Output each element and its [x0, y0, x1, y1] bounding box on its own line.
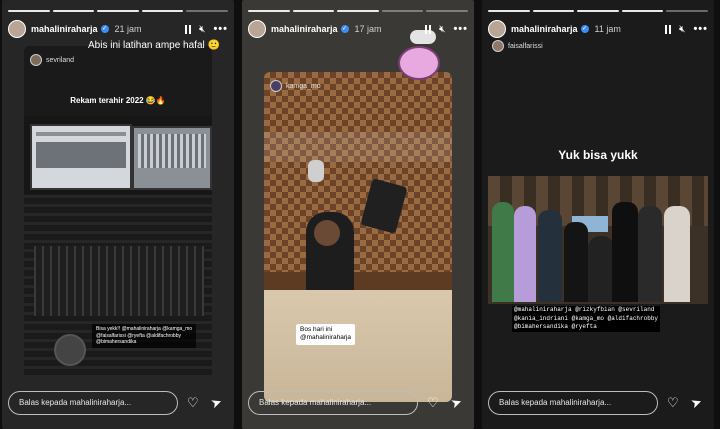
heart-icon[interactable]: ♡ [667, 395, 679, 411]
avatar[interactable] [488, 20, 506, 38]
group-photo [488, 176, 708, 304]
shared-post-card[interactable]: kamga_mo Bos hari ini @mahaliniraharja [264, 72, 452, 402]
reply-input[interactable]: Balas kepada mahaliniraharja... [8, 391, 178, 415]
knob [54, 334, 86, 366]
story-header: mahaliniraharja ✓ 11 jam 🔇︎ ••• [488, 18, 708, 40]
progress-bars [248, 10, 468, 12]
avatar [30, 54, 42, 66]
monitor-right [132, 126, 212, 190]
reply-input[interactable]: Balas kepada mahaliniraharja... [248, 391, 418, 415]
shared-username: faisalfarissi [508, 42, 543, 50]
story-username[interactable]: mahaliniraharja [511, 24, 578, 34]
mention-sticker[interactable]: Bos hari ini @mahaliniraharja [296, 324, 356, 345]
story-username[interactable]: mahaliniraharja [31, 24, 98, 34]
story-caption: Abis ini latihan ampe hafal 🙂 [88, 40, 220, 51]
story-username[interactable]: mahaliniraharja [271, 24, 338, 34]
monitor-left [30, 124, 132, 190]
shared-post-text: Yuk bisa yukk [558, 148, 638, 162]
pause-icon[interactable] [425, 24, 432, 34]
brain-sticker [398, 46, 440, 80]
mute-icon[interactable]: 🔇︎ [679, 24, 685, 35]
verified-icon: ✓ [580, 25, 589, 33]
heart-icon[interactable]: ♡ [187, 395, 199, 411]
avatar[interactable] [248, 20, 266, 38]
progress-bars [8, 10, 228, 12]
verified-icon: ✓ [340, 25, 349, 33]
shared-post-card[interactable]: sevriland Rekam terahir 2022 😂🔥 Bisa yek… [24, 46, 212, 378]
pause-icon[interactable] [185, 24, 192, 34]
avatar [492, 40, 504, 52]
more-icon[interactable]: ••• [693, 23, 708, 35]
story-2[interactable]: kamga_mo Bos hari ini @mahaliniraharja m… [242, 0, 474, 429]
shared-username: sevriland [46, 56, 75, 64]
reply-input[interactable]: Balas kepada mahaliniraharja... [488, 391, 658, 415]
pause-icon[interactable] [665, 24, 672, 34]
story-header: mahaliniraharja ✓ 21 jam 🔇︎ ••• [8, 18, 228, 40]
send-icon[interactable]: ➤ [689, 394, 705, 413]
shared-username: kamga_mo [286, 82, 321, 90]
story-1[interactable]: sevriland Rekam terahir 2022 😂🔥 Bisa yek… [2, 0, 234, 429]
mute-icon[interactable]: 🔇︎ [199, 24, 205, 35]
shared-post-text: Rekam terahir 2022 😂🔥 [70, 96, 166, 105]
more-icon[interactable]: ••• [453, 23, 468, 35]
avatar[interactable] [8, 20, 26, 38]
send-icon[interactable]: ➤ [209, 394, 225, 413]
shared-post-header: faisalfarissi [492, 40, 543, 52]
microphone [308, 160, 324, 182]
send-icon[interactable]: ➤ [449, 394, 465, 413]
mention-tags: @mahaliniraharja @rizkyfbian @sevriland … [512, 306, 661, 333]
mute-icon[interactable]: 🔇︎ [439, 24, 445, 35]
heart-icon[interactable]: ♡ [427, 395, 439, 411]
shared-post-header: sevriland [30, 54, 74, 66]
shared-post-header: kamga_mo [270, 80, 321, 92]
story-time: 17 jam [354, 24, 382, 34]
story-time: 21 jam [114, 24, 142, 34]
more-icon[interactable]: ••• [213, 23, 228, 35]
mention-tags: Bisa yekk!! @mahaliniraharja @kamga_mo @… [92, 324, 197, 348]
story-header: mahaliniraharja ✓ 17 jam 🔇︎ ••• [248, 18, 468, 40]
progress-bars [488, 10, 708, 12]
avatar [270, 80, 282, 92]
verified-icon: ✓ [100, 25, 109, 33]
story-time: 11 jam [594, 24, 621, 34]
story-3[interactable]: faisalfarissi Yuk bisa yukk @mahalinirah… [482, 0, 714, 429]
